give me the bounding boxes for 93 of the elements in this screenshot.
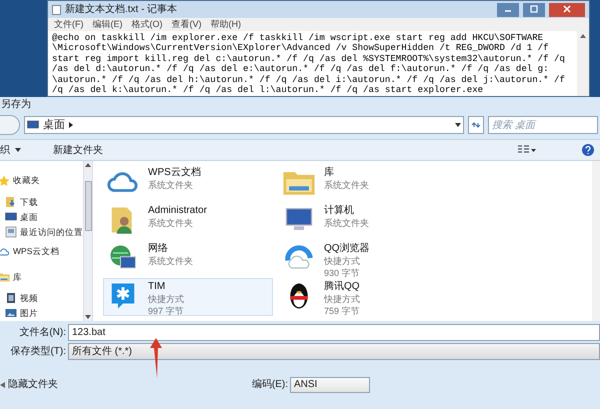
menu-item[interactable]: 文件(F) [54, 18, 84, 32]
scrollbar[interactable] [577, 31, 589, 96]
file-name: 腾讯QQ [324, 281, 360, 293]
folder-icon [5, 196, 17, 208]
sidebar-item[interactable]: 最近访问的位置 [0, 224, 83, 240]
file-size: 997 字节 [148, 305, 184, 317]
file-item[interactable]: WPS云文档 系统文件夹 [103, 164, 273, 202]
window-title: 新建文本文档.txt - 记事本 [65, 2, 178, 17]
sidebar-item[interactable]: WPS云文档 [0, 244, 83, 260]
refresh-button[interactable] [468, 116, 484, 134]
new-folder-button[interactable]: 新建文件夹 [53, 142, 103, 158]
picture-icon [5, 307, 17, 320]
monitor-icon [5, 211, 17, 224]
file-name: TIM [148, 281, 166, 293]
encoding-label: 编码(E): [252, 378, 288, 392]
file-name: 网络 [148, 243, 169, 255]
help-button[interactable] [582, 144, 594, 156]
minimize-button[interactable] [497, 2, 519, 16]
sidebar-item[interactable]: 桌面 [0, 210, 83, 225]
caret-icon [0, 382, 5, 388]
hide-folders-button[interactable]: 隐藏文件夹 [0, 377, 58, 392]
refresh-icon [471, 121, 481, 129]
file-type: 快捷方式 [148, 293, 184, 305]
folder-icon [0, 270, 10, 283]
text-line: @echo on taskkill /im explorer.exe /f taskkill /im wscript.exe start reg add HKCU\SOFTWARE [52, 33, 544, 43]
back-forward-buttons[interactable] [0, 115, 20, 135]
film-icon [5, 292, 17, 304]
maximize-icon [530, 4, 538, 12]
file-item[interactable]: 计算机 系统文件夹 [279, 202, 592, 240]
star-icon [0, 174, 10, 187]
field-label: 保存类型(T): [9, 344, 66, 359]
organize-button[interactable]: 织 [0, 142, 21, 158]
text-line: /q /as del k:\autorun.* /f /q /as del l:\autorun.* /f /q /as start explorer.exe [52, 85, 484, 96]
file-type: 系统文件夹 [324, 217, 369, 229]
maximize-button[interactable] [523, 2, 545, 16]
file-name: WPS云文档 [148, 167, 201, 179]
text-line: \Microsoft\Windows\CurrentVersion\EXplorer\Advanced /v ShowSuperHidden /t REG_DWORD /d 1 /f [52, 43, 550, 54]
file-item[interactable]: 腾讯QQ 快捷方式 759 字节 [279, 278, 592, 316]
text-line: start reg import kill.reg del c:\autorun.* /f /q /as del %SYSTEMROOT%\system32\autorun.* /f /q [52, 54, 566, 64]
dropdown-caret-icon [455, 123, 461, 127]
field-label: 文件名(N): [18, 326, 66, 340]
file-type: 快捷方式 [324, 255, 361, 267]
arrow-icon [69, 122, 73, 128]
text-line: \autorun.* /f /q /as del h:\autorun.* /f /q /as del i:\autorun.* /f /q /as del j:\autorun.* /f [52, 74, 566, 85]
close-button[interactable] [549, 2, 585, 16]
file-size: 930 字节 [324, 267, 361, 279]
scrollbar[interactable] [592, 161, 600, 321]
scrollbar[interactable] [83, 161, 93, 321]
menu-item[interactable]: 帮助(H) [210, 18, 241, 32]
dialog-title: 另存为 [0, 98, 31, 112]
search-field[interactable]: 搜索 桌面 [488, 116, 598, 134]
sidebar-item[interactable]: 图片 [0, 306, 83, 321]
file-item[interactable]: QQ浏览器 快捷方式 930 字节 [279, 240, 592, 278]
address-text: 桌面 [43, 118, 65, 133]
caret-icon [15, 148, 21, 152]
notepad-icon [52, 4, 61, 14]
address-bar[interactable]: 桌面 [24, 116, 464, 134]
menu-item[interactable]: 编辑(E) [92, 18, 122, 32]
file-item[interactable]: 网络 系统文件夹 [103, 240, 273, 278]
file-name: Administrator [148, 205, 207, 217]
file-name: QQ浏览器 [324, 243, 370, 255]
down-arrow-icon [85, 315, 91, 319]
file-type: 系统文件夹 [148, 217, 194, 229]
menu-item[interactable]: 查看(V) [172, 18, 202, 32]
sidebar-item[interactable]: 下载 [0, 194, 83, 210]
file-size: 759 字节 [324, 305, 360, 317]
close-icon [563, 4, 571, 12]
up-arrow-icon [580, 34, 586, 38]
file-type: 系统文件夹 [324, 179, 369, 191]
file-type: 系统文件夹 [148, 179, 194, 191]
cloud-icon [0, 246, 10, 258]
file-type: 快捷方式 [324, 293, 360, 305]
file-item[interactable]: Administrator 系统文件夹 [103, 202, 273, 240]
sidebar-item[interactable]: 库 [0, 269, 83, 284]
menu-item[interactable]: 格式(O) [132, 18, 162, 32]
text-area[interactable] [48, 31, 589, 96]
filetype-dropdown[interactable]: 所有文件 (*.*) [68, 343, 600, 360]
pointer-arrow-icon [150, 338, 162, 378]
scrollbar-thumb[interactable] [84, 181, 92, 231]
file-item[interactable]: 库 系统文件夹 [279, 164, 592, 202]
view-menu-button[interactable] [518, 145, 536, 155]
sidebar-item[interactable]: 收藏夹 [0, 173, 83, 188]
text-line: /as del d:\autorun.* /f /q /as del e:\autorun.* /f /q /as del f:\autorun.* /f /q /as del g: [52, 64, 550, 75]
window-icon [5, 226, 17, 238]
sidebar-item[interactable]: 视频 [0, 290, 83, 306]
file-name: 计算机 [324, 205, 355, 217]
file-type: 系统文件夹 [148, 255, 193, 267]
up-arrow-icon [85, 163, 91, 167]
encoding-dropdown[interactable]: ANSI [290, 376, 370, 392]
file-name: 库 [324, 167, 335, 179]
monitor-icon [27, 119, 39, 131]
filename-field[interactable]: 123.bat [68, 324, 600, 341]
file-item[interactable]: TIM 快捷方式 997 字节 [103, 278, 273, 316]
